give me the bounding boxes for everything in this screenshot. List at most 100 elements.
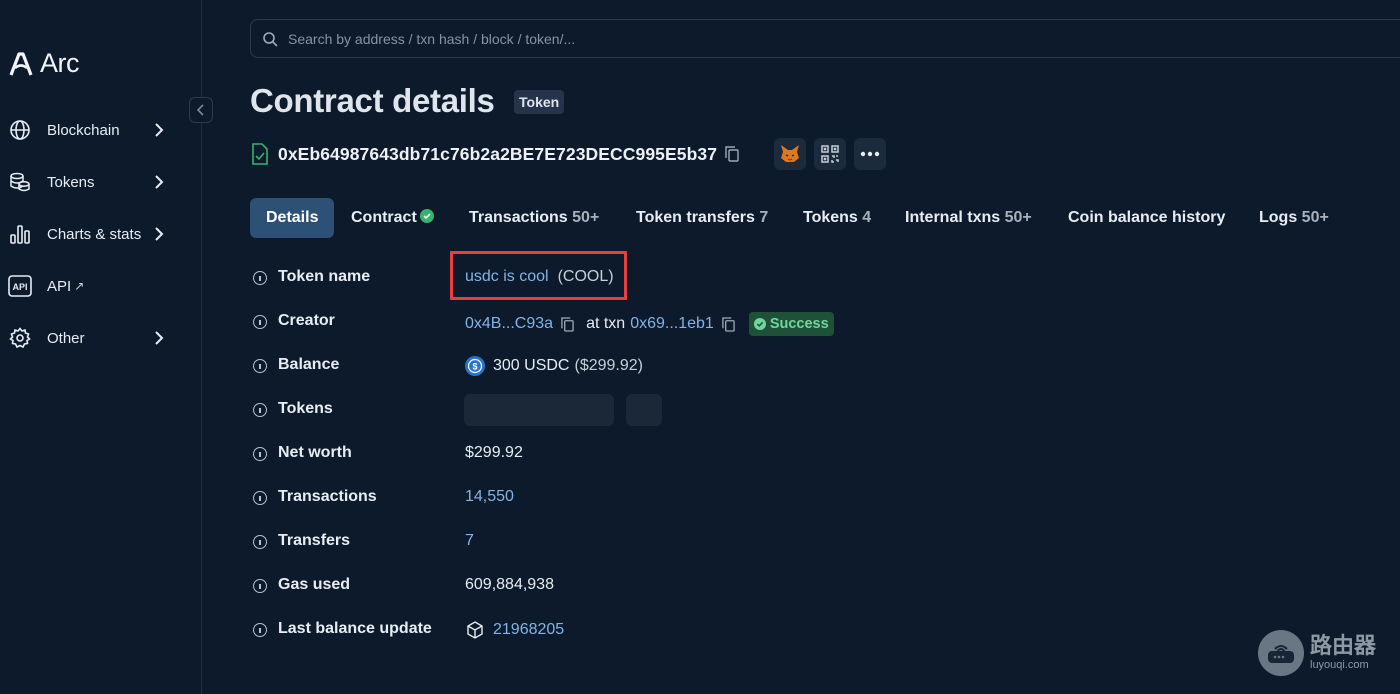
- sidebar-item-charts-stats[interactable]: Charts & stats: [8, 219, 168, 249]
- info-icon[interactable]: [253, 447, 267, 461]
- tab-label: Token transfers: [636, 209, 755, 226]
- tab-label: Tokens: [803, 209, 858, 226]
- sidebar-item-other[interactable]: Other: [8, 323, 168, 353]
- gear-icon: [8, 326, 32, 350]
- tab-token-transfers[interactable]: Token transfers 7: [636, 198, 768, 238]
- chevron-right-icon: [155, 227, 164, 241]
- info-icon[interactable]: [253, 271, 267, 285]
- tab-coin-balance-history[interactable]: Coin balance history: [1068, 198, 1225, 238]
- chevron-right-icon: [155, 175, 164, 189]
- token-tag: Token: [514, 90, 565, 114]
- search-input[interactable]: Search by address / txn hash / block / t…: [250, 19, 1400, 58]
- detail-row-balance: Balance $ 300 USDC ($299.92): [250, 354, 950, 378]
- chevron-right-icon: [155, 331, 164, 345]
- add-to-metamask-button[interactable]: [774, 138, 806, 170]
- transactions-count-link[interactable]: 14,550: [465, 488, 514, 506]
- copy-icon[interactable]: [561, 316, 574, 332]
- usdc-icon: $: [465, 356, 485, 376]
- tab-count: 4: [862, 209, 872, 226]
- detail-row-gas-used: Gas used 609,884,938: [250, 574, 950, 598]
- last-balance-update-value: 21968205: [465, 620, 564, 640]
- status-text: Success: [769, 316, 829, 332]
- watermark-url: luyouqi.com: [1310, 659, 1369, 671]
- tab-label: Coin balance history: [1068, 209, 1226, 226]
- detail-label: Transfers: [278, 532, 351, 549]
- copy-icon[interactable]: [725, 146, 739, 162]
- detail-label: Token name: [278, 268, 371, 285]
- block-number-link[interactable]: 21968205: [493, 621, 564, 639]
- verified-contract-icon: [252, 143, 268, 165]
- tab-count: 50+: [1301, 209, 1329, 226]
- tab-contract[interactable]: Contract: [351, 198, 434, 238]
- detail-label: Tokens: [278, 400, 333, 417]
- contract-address[interactable]: 0xEb64987643db71c76b2a2BE7E723DECC995E5b…: [278, 144, 717, 165]
- tab-count: 50+: [572, 209, 600, 226]
- search-icon: [263, 31, 278, 47]
- qr-code-button[interactable]: [814, 138, 846, 170]
- sidebar-item-api[interactable]: API API ↗: [8, 271, 168, 301]
- detail-row-creator: Creator 0x4B...C93a at txn 0x69...1eb1 S…: [250, 310, 950, 336]
- tab-logs[interactable]: Logs 50+: [1259, 198, 1329, 238]
- metamask-fox-icon: [781, 145, 799, 162]
- balance-usd: ($299.92): [574, 357, 643, 374]
- tab-label: Transactions: [469, 209, 568, 226]
- logo[interactable]: Arc: [8, 48, 80, 79]
- verified-check-icon: [419, 209, 434, 223]
- at-txn-label: at txn: [586, 315, 626, 332]
- sidebar-item-blockchain[interactable]: Blockchain: [8, 115, 168, 145]
- highlight-annotation-box: [450, 251, 627, 300]
- sidebar-item-label: API: [47, 277, 72, 295]
- external-link-icon: ↗: [74, 279, 85, 293]
- sidebar-item-label: Other: [47, 329, 85, 347]
- detail-row-transactions: Transactions 14,550: [250, 486, 950, 510]
- sidebar-item-label: Tokens: [47, 173, 95, 191]
- detail-label: Balance: [278, 356, 340, 373]
- detail-label: Last balance update: [278, 620, 432, 637]
- tab-transactions[interactable]: Transactions 50+: [469, 198, 599, 238]
- svg-text:API: API: [12, 282, 27, 292]
- tab-internal-txns[interactable]: Internal txns 50+: [905, 198, 1032, 238]
- tab-details[interactable]: Details: [250, 198, 335, 238]
- detail-label: Gas used: [278, 576, 351, 593]
- svg-text:$: $: [472, 362, 477, 372]
- info-icon[interactable]: [253, 315, 267, 329]
- detail-row-last-balance-update: Last balance update 21968205: [250, 618, 950, 642]
- creator-address-link[interactable]: 0x4B...C93a: [465, 315, 553, 333]
- detail-row-transfers: Transfers 7: [250, 530, 950, 554]
- balance-amount: 300 USDC: [493, 357, 570, 374]
- tab-count: 7: [759, 209, 769, 226]
- copy-icon[interactable]: [722, 316, 735, 332]
- check-circle-icon: [753, 318, 766, 330]
- logo-text: Arc: [40, 48, 80, 78]
- tokens-button-skeleton: [626, 394, 662, 426]
- sidebar-item-tokens[interactable]: Tokens: [8, 167, 168, 197]
- detail-label: Transactions: [278, 488, 377, 505]
- coins-icon: [8, 170, 32, 194]
- info-icon[interactable]: [253, 491, 267, 505]
- more-dots-icon: [860, 151, 880, 157]
- detail-row-net-worth: Net worth $299.92: [250, 442, 950, 466]
- info-icon[interactable]: [253, 535, 267, 549]
- transfers-count-link[interactable]: 7: [465, 532, 474, 550]
- gas-used-value: 609,884,938: [465, 576, 554, 593]
- info-icon[interactable]: [253, 359, 267, 373]
- info-icon[interactable]: [253, 579, 267, 593]
- search-placeholder: Search by address / txn hash / block / t…: [288, 30, 576, 47]
- more-options-button[interactable]: [854, 138, 886, 170]
- watermark-title: 路由器: [1310, 633, 1377, 658]
- tokens-select-skeleton: [464, 394, 614, 426]
- collapse-sidebar-button[interactable]: [189, 97, 213, 123]
- tab-tokens[interactable]: Tokens 4: [803, 198, 871, 238]
- sidebar-item-label: Blockchain: [47, 121, 120, 139]
- creation-txn-link[interactable]: 0x69...1eb1: [630, 315, 714, 333]
- globe-icon: [8, 118, 32, 142]
- page-title: Contract details: [250, 82, 495, 119]
- watermark: 路由器 luyouqi.com: [1258, 630, 1376, 676]
- block-cube-icon: [467, 621, 483, 639]
- status-badge: Success: [748, 312, 834, 336]
- info-icon[interactable]: [253, 403, 267, 417]
- chevron-left-icon: [196, 104, 204, 116]
- router-logo-icon: [1258, 630, 1304, 676]
- qr-code-icon: [821, 145, 839, 163]
- info-icon[interactable]: [253, 623, 267, 637]
